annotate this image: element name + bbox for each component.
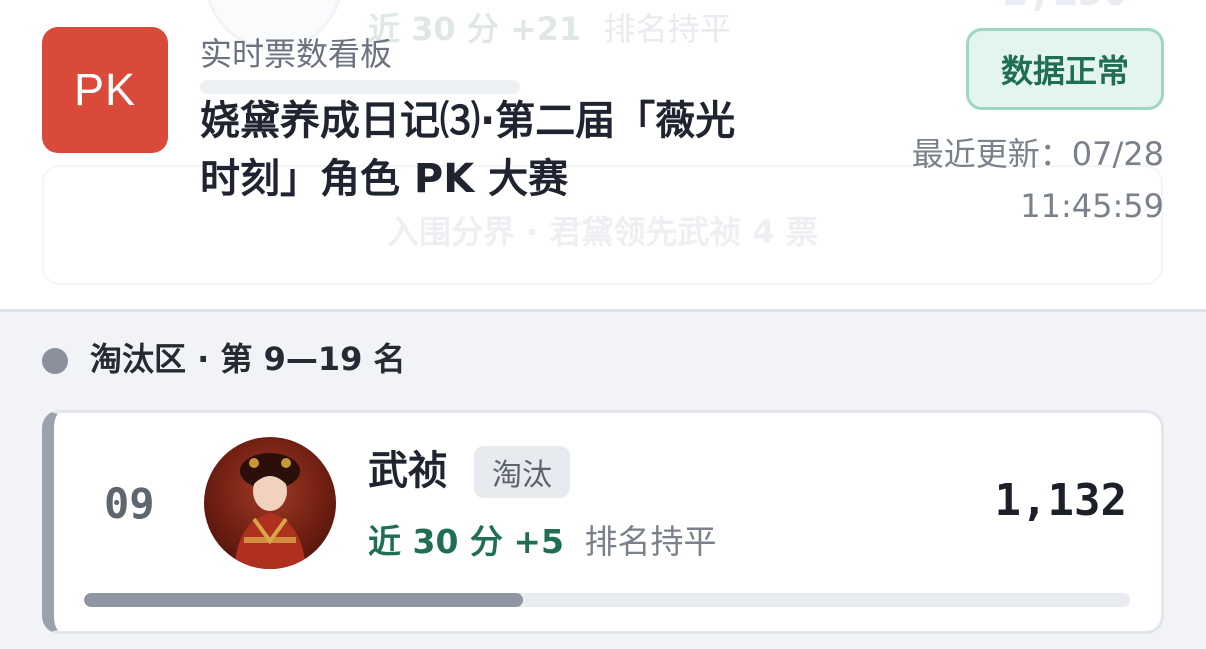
vote-board-page: 近 30 分 +21 排名持平 1,150 入围分界 · 君黛领先武祯 4 票 … <box>0 0 1206 649</box>
candidate-rank: 09 <box>104 479 155 528</box>
last-updated-date: 最近更新：07/28 <box>911 135 1164 173</box>
background-trend-stats: 近 30 分 +21 <box>368 10 582 48</box>
trend-delta: +5 <box>513 522 565 561</box>
board-subtitle: 实时票数看板 <box>200 35 393 73</box>
last-updated-time: 11:45:59 <box>1020 187 1164 225</box>
vote-progress-fill <box>84 593 524 607</box>
recent-trend: 近 30 分 +5 排名持平 <box>368 519 717 565</box>
last-updated: 最近更新：07/28 11:45:59 <box>844 128 1164 232</box>
candidate-name: 武祯 <box>368 448 448 494</box>
app-logo: PK <box>42 27 168 153</box>
contest-title: 娆黛养成日记⑶·第二届「薇光时刻」角色 PK 大赛 <box>200 98 736 202</box>
data-status-badge: 数据正常 <box>966 28 1164 110</box>
vote-count: 1,132 <box>994 475 1127 526</box>
candidate-card[interactable]: 09 武祯 淘汰 近 30 分 +5 排名持平 1,132 <box>42 410 1164 634</box>
background-vote-count: 1,150 <box>1002 0 1128 15</box>
board-header: 近 30 分 +21 排名持平 1,150 入围分界 · 君黛领先武祯 4 票 … <box>0 0 1206 312</box>
background-trend: 近 30 分 +21 排名持平 <box>368 4 732 50</box>
elimination-section: 淘汰区 · 第 9—19 名 09 武祯 淘汰 近 30 分 +5 排名持平 1… <box>0 312 1206 649</box>
rank-change-note: 排名持平 <box>584 522 717 561</box>
vote-progress-bar <box>84 593 1130 607</box>
background-trend-note: 排名持平 <box>603 10 732 48</box>
status-tag: 淘汰 <box>474 446 570 498</box>
candidate-avatar <box>204 437 336 569</box>
section-title: 淘汰区 · 第 9—19 名 <box>90 340 406 378</box>
trend-label: 近 30 分 <box>368 522 503 561</box>
section-dot-icon <box>42 348 68 374</box>
